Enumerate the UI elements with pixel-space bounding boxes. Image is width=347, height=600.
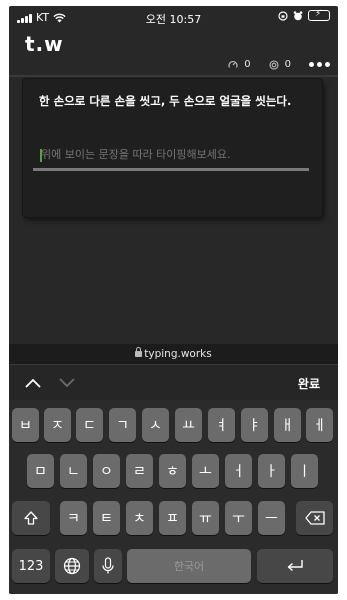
more-menu-icon[interactable] — [309, 62, 330, 67]
target-sentence: 한 손으로 다른 손을 씻고, 두 손으로 얼굴을 씻는다. — [39, 94, 292, 108]
done-button[interactable]: 완료 — [298, 375, 320, 392]
key[interactable]: ㅠ — [192, 501, 219, 535]
korean-keyboard: ㅂ ㅈ ㄷ ㄱ ㅅ ㅛ ㅕ ㅑ ㅐ ㅔ ㅁ ㄴ ㅇ ㄹ ㅎ ㅗ ㅓ ㅏ ㅣ ㅋ … — [9, 400, 338, 594]
lock-icon — [135, 347, 143, 357]
key[interactable]: ㅈ — [44, 408, 71, 442]
return-icon — [287, 560, 303, 572]
key[interactable]: ㅐ — [274, 408, 301, 442]
url-bar[interactable]: typing.works — [9, 344, 338, 364]
app-logo[interactable]: t.w — [25, 32, 64, 56]
status-right: ⚡ — [278, 9, 330, 21]
chevron-down-icon[interactable] — [57, 373, 77, 393]
accuracy-target-icon — [269, 59, 279, 70]
backspace-key[interactable] — [296, 501, 333, 535]
dictation-key[interactable] — [94, 549, 122, 583]
key[interactable]: ㅅ — [142, 408, 169, 442]
stats-bar: 0 0 — [228, 59, 330, 70]
accuracy-value: 0 — [284, 59, 291, 70]
key[interactable]: ㅛ — [175, 408, 202, 442]
key[interactable]: ㄴ — [60, 454, 87, 488]
speed-gauge-icon — [228, 60, 238, 68]
status-bar: KT 오전 10:57 ⚡ — [9, 6, 338, 28]
space-key[interactable]: 한국어 — [127, 549, 251, 583]
key[interactable]: ㅊ — [126, 501, 153, 535]
phone-screen: KT 오전 10:57 ⚡ t.w 0 0 한 손으로 다른 손을 씻고, 두 … — [9, 6, 338, 594]
key[interactable]: ㄱ — [109, 408, 136, 442]
key[interactable]: ㅋ — [60, 501, 87, 535]
key[interactable]: ㅗ — [192, 454, 219, 488]
key[interactable]: ㅂ — [12, 408, 39, 442]
key[interactable]: ㅎ — [159, 454, 186, 488]
globe-key[interactable] — [55, 549, 89, 583]
key[interactable]: ㅏ — [258, 454, 285, 488]
key[interactable]: ㅡ — [258, 501, 285, 535]
key[interactable]: ㅑ — [241, 408, 268, 442]
keyboard-accessory-bar: 완료 — [9, 364, 338, 400]
text-caret — [40, 149, 42, 162]
speed-value: 0 — [244, 59, 251, 70]
chevron-up-icon[interactable] — [23, 373, 43, 393]
key[interactable]: ㅜ — [225, 501, 252, 535]
key[interactable]: ㅣ — [291, 454, 318, 488]
shift-icon — [24, 511, 38, 525]
return-key[interactable] — [257, 549, 333, 583]
header-divider — [9, 75, 338, 77]
numbers-key[interactable]: 123 — [12, 549, 50, 583]
typing-input[interactable] — [33, 141, 309, 171]
key[interactable]: ㅇ — [93, 454, 120, 488]
key[interactable]: ㅍ — [159, 501, 186, 535]
key[interactable]: ㅌ — [93, 501, 120, 535]
key[interactable]: ㄹ — [126, 454, 153, 488]
key[interactable]: ㅁ — [27, 454, 54, 488]
key[interactable]: ㅔ — [306, 408, 333, 442]
typing-card: 한 손으로 다른 손을 씻고, 두 손으로 얼굴을 씻는다. — [23, 79, 322, 217]
url-text: typing.works — [144, 348, 212, 360]
alarm-icon — [293, 10, 303, 20]
key[interactable]: ㅕ — [208, 408, 235, 442]
rotation-lock-icon — [278, 10, 288, 21]
backspace-icon — [304, 511, 325, 525]
globe-icon — [63, 557, 81, 575]
key[interactable]: ㄷ — [76, 408, 103, 442]
microphone-icon — [102, 557, 114, 574]
shift-key[interactable] — [12, 501, 50, 535]
battery-icon: ⚡ — [308, 9, 330, 21]
key[interactable]: ㅓ — [225, 454, 252, 488]
